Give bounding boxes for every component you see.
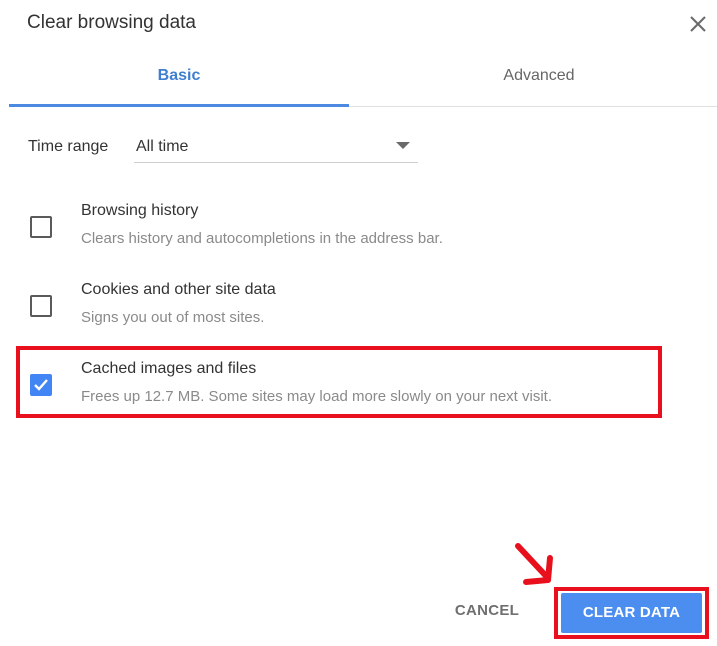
tab-basic[interactable]: Basic [9, 52, 349, 107]
option-cookies: Cookies and other site data Signs you ou… [22, 279, 662, 341]
option-description: Clears history and autocompletions in th… [81, 230, 443, 247]
close-icon [690, 16, 706, 32]
chevron-down-icon [396, 142, 410, 149]
time-range-select[interactable]: All time [134, 132, 418, 163]
cancel-button[interactable]: CANCEL [437, 592, 537, 630]
tab-bar: Basic Advanced [9, 52, 717, 107]
close-button[interactable] [684, 10, 712, 38]
option-label: Browsing history [81, 202, 199, 219]
dialog-title: Clear browsing data [27, 12, 196, 33]
highlight-frame [16, 346, 662, 418]
cookies-checkbox[interactable] [30, 295, 52, 317]
clear-data-button[interactable]: CLEAR DATA [561, 593, 702, 633]
clear-browsing-data-dialog: Clear browsing data Basic Advanced Time … [0, 0, 717, 646]
option-browsing-history: Browsing history Clears history and auto… [22, 200, 662, 262]
tab-advanced[interactable]: Advanced [369, 52, 709, 106]
time-range-value: All time [136, 138, 189, 155]
option-label: Cookies and other site data [81, 281, 276, 298]
red-arrow-icon [515, 543, 553, 585]
option-description: Signs you out of most sites. [81, 309, 265, 326]
time-range-label: Time range [28, 138, 109, 155]
browsing-history-checkbox[interactable] [30, 216, 52, 238]
